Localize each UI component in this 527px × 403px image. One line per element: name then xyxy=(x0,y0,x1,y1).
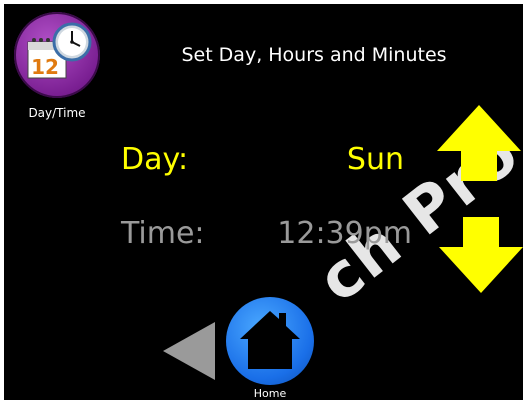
time-label[interactable]: Time: xyxy=(121,216,205,251)
calendar-clock-icon[interactable]: 12 xyxy=(14,12,100,98)
calendar-number: 12 xyxy=(31,55,59,79)
day-label[interactable]: Day: xyxy=(121,142,188,177)
increase-button[interactable] xyxy=(435,103,523,183)
arrow-down-icon xyxy=(439,217,523,293)
day-value[interactable]: Sun xyxy=(304,142,404,177)
app-icon-label: Day/Time xyxy=(28,106,86,120)
home-label: Home xyxy=(253,387,287,400)
time-value[interactable]: 12:39pm xyxy=(272,216,412,251)
back-arrow-icon xyxy=(163,322,215,380)
back-button[interactable] xyxy=(161,320,217,382)
screen: ch Pro 12 Day/Time Set Day, Hours and Mi… xyxy=(4,4,523,400)
home-icon xyxy=(240,311,300,369)
home-button[interactable] xyxy=(226,297,314,385)
decrease-button[interactable] xyxy=(437,215,523,295)
arrow-up-icon xyxy=(437,105,521,181)
page-title: Set Day, Hours and Minutes xyxy=(181,44,447,66)
